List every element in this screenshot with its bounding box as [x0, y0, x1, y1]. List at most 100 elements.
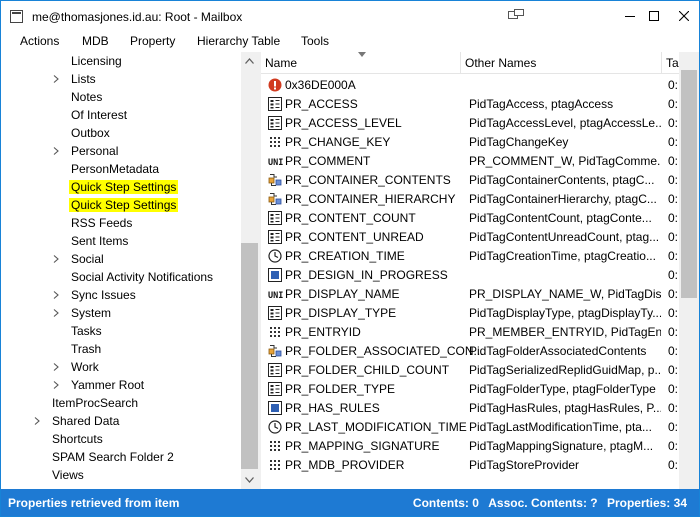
expand-chevron-icon[interactable] — [53, 75, 59, 83]
scroll-down-icon[interactable] — [245, 477, 254, 483]
bool-icon — [268, 268, 282, 282]
table-row[interactable]: PR_HAS_RULES PidTagHasRules, ptagHasRules… — [261, 399, 679, 418]
tree-item[interactable]: Views — [50, 466, 86, 484]
folder-tree[interactable]: Licensing Lists Notes Of Interest Outbox Pers… — [1, 52, 241, 489]
table-row[interactable]: PR_ENTRYID PR_MEMBER_ENTRYID, PidTagEnt..… — [261, 323, 679, 342]
column-header-tag[interactable]: Ta — [662, 52, 679, 74]
property-name-cell: PR_FOLDER_CHILD_COUNT — [285, 363, 450, 377]
table-row[interactable]: UNI PR_COMMENT PR_COMMENT_W, PidTagComme..… — [261, 152, 679, 171]
tree-item[interactable]: Shared Data — [50, 412, 121, 430]
tree-item[interactable]: Social Activity Notifications — [69, 268, 215, 286]
table-row[interactable]: PR_LAST_MODIFICATION_TIME PidTagLastModif… — [261, 418, 679, 437]
list-scrollbar[interactable] — [679, 52, 699, 489]
tree-scrollbar[interactable] — [241, 52, 258, 489]
list-scroll-thumb[interactable] — [681, 70, 697, 298]
property-name-cell: PR_HAS_RULES — [285, 401, 380, 415]
tree-item[interactable]: Of Interest — [69, 106, 129, 124]
tree-item[interactable]: Licensing — [69, 52, 124, 70]
table-row[interactable]: PR_MAPPING_SIGNATURE PidTagMappingSignatu… — [261, 437, 679, 456]
table-row[interactable]: PR_FOLDER_ASSOCIATED_CON... PidTagFolderA… — [261, 342, 679, 361]
property-name-cell: PR_CREATION_TIME — [285, 249, 405, 263]
tree-item[interactable]: SPAM Search Folder 2 — [50, 448, 176, 466]
menu-hierarchy-table[interactable]: Hierarchy Table — [197, 34, 280, 48]
other-names-cell: PidTagDisplayType, ptagDisplayTy... — [469, 306, 661, 320]
table-row[interactable]: PR_CHANGE_KEY PidTagChangeKey 0: — [261, 133, 679, 152]
tree-item-label: Trash — [71, 342, 102, 356]
tree-item[interactable]: Social — [69, 250, 106, 268]
minimize-icon — [625, 16, 635, 17]
tree-item[interactable]: Trash — [69, 340, 103, 358]
table-row[interactable]: PR_CONTENT_COUNT PidTagContentCount, ptag… — [261, 209, 679, 228]
column-header-other-names[interactable]: Other Names — [461, 52, 662, 74]
table-row[interactable]: PR_CONTAINER_HIERARCHY PidTagContainerHie… — [261, 190, 679, 209]
table-row[interactable]: PR_MDB_PROVIDER PidTagStoreProvider 0: — [261, 456, 679, 475]
svg-text:UNI: UNI — [268, 158, 283, 168]
restore-windows-icon[interactable] — [508, 9, 524, 21]
property-name-cell: PR_ACCESS_LEVEL — [285, 116, 402, 130]
tree-item[interactable]: Shortcuts — [50, 430, 105, 448]
table-row[interactable]: PR_FOLDER_CHILD_COUNT PidTagSerializedRep… — [261, 361, 679, 380]
tree-item[interactable]: Sync Issues — [69, 286, 138, 304]
tag-cell: 0: — [668, 173, 679, 187]
menu-mdb[interactable]: MDB — [82, 34, 109, 48]
tree-item[interactable]: Personal — [69, 142, 120, 160]
container-icon — [268, 344, 282, 358]
tree-scroll-thumb[interactable] — [241, 243, 258, 469]
tree-item[interactable]: PersonMetadata — [69, 160, 161, 178]
menu-tools[interactable]: Tools — [301, 34, 329, 48]
table-row[interactable]: PR_FOLDER_TYPE PidTagFolderType, ptagFold… — [261, 380, 679, 399]
tag-cell: 0: — [668, 363, 679, 377]
tree-item[interactable]: ItemProcSearch — [50, 394, 140, 412]
tree-item[interactable]: Notes — [69, 88, 104, 106]
tree-item-label: Licensing — [71, 54, 122, 68]
tree-item-label: ItemProcSearch — [52, 396, 139, 410]
expand-chevron-icon[interactable] — [34, 417, 40, 425]
tree-item[interactable]: Sent Items — [69, 232, 130, 250]
maximize-icon — [649, 11, 659, 21]
tag-cell: 0: — [668, 306, 679, 320]
table-row[interactable]: PR_DESIGN_IN_PROGRESS 0: — [261, 266, 679, 285]
access-icon — [268, 211, 282, 225]
menu-property[interactable]: Property — [130, 34, 175, 48]
table-row[interactable]: PR_DISPLAY_TYPE PidTagDisplayType, ptagDi… — [261, 304, 679, 323]
maximize-button[interactable] — [639, 1, 669, 31]
table-row[interactable]: PR_CONTAINER_CONTENTS PidTagContainerCont… — [261, 171, 679, 190]
other-names-cell: PR_COMMENT_W, PidTagComme... — [469, 154, 661, 168]
menu-actions[interactable]: Actions — [20, 34, 59, 48]
tree-item[interactable]: Outbox — [69, 124, 112, 142]
table-row[interactable]: PR_ACCESS PidTagAccess, ptagAccess 0: — [261, 95, 679, 114]
tree-item-label: Shortcuts — [52, 432, 103, 446]
table-row[interactable]: PR_CONTENT_UNREAD PidTagContentUnreadCoun… — [261, 228, 679, 247]
tree-item[interactable]: Tasks — [69, 322, 104, 340]
other-names-cell: PidTagAccess, ptagAccess — [469, 97, 614, 111]
tree-item-label: Sync Issues — [71, 288, 136, 302]
access-icon — [268, 363, 282, 377]
table-row[interactable]: 0x36DE000A 0: — [261, 76, 679, 95]
tree-item[interactable]: Yammer Root — [69, 376, 146, 394]
expand-chevron-icon[interactable] — [53, 255, 59, 263]
table-row[interactable]: PR_ACCESS_LEVEL PidTagAccessLevel, ptagAc… — [261, 114, 679, 133]
tag-cell: 0: — [668, 439, 679, 453]
expand-chevron-icon[interactable] — [53, 363, 59, 371]
tree-item[interactable]: Lists — [69, 70, 98, 88]
property-name-cell: PR_LAST_MODIFICATION_TIME — [285, 420, 467, 434]
expand-chevron-icon[interactable] — [53, 381, 59, 389]
table-row[interactable]: PR_CREATION_TIME PidTagCreationTime, ptag… — [261, 247, 679, 266]
binary-icon — [268, 325, 282, 339]
scroll-up-icon[interactable] — [245, 58, 254, 64]
tree-item[interactable]: RSS Feeds — [69, 214, 134, 232]
tree-item[interactable]: Work — [69, 358, 101, 376]
expand-chevron-icon[interactable] — [53, 309, 59, 317]
other-names-cell: PidTagFolderType, ptagFolderType — [469, 382, 656, 396]
column-header-name[interactable]: Name — [261, 52, 461, 74]
tag-cell: 0: — [668, 97, 679, 111]
table-row[interactable]: UNI PR_DISPLAY_NAME PR_DISPLAY_NAME_W, Pid… — [261, 285, 679, 304]
status-bar: Properties retrieved from item Contents:… — [1, 489, 699, 516]
expand-chevron-icon[interactable] — [53, 291, 59, 299]
tree-item[interactable]: System — [69, 304, 113, 322]
tree-item[interactable]: Quick Step Settings — [69, 178, 179, 196]
expand-chevron-icon[interactable] — [53, 147, 59, 155]
close-icon — [679, 11, 689, 21]
close-button[interactable] — [669, 1, 699, 31]
tree-item[interactable]: Quick Step Settings — [69, 196, 179, 214]
